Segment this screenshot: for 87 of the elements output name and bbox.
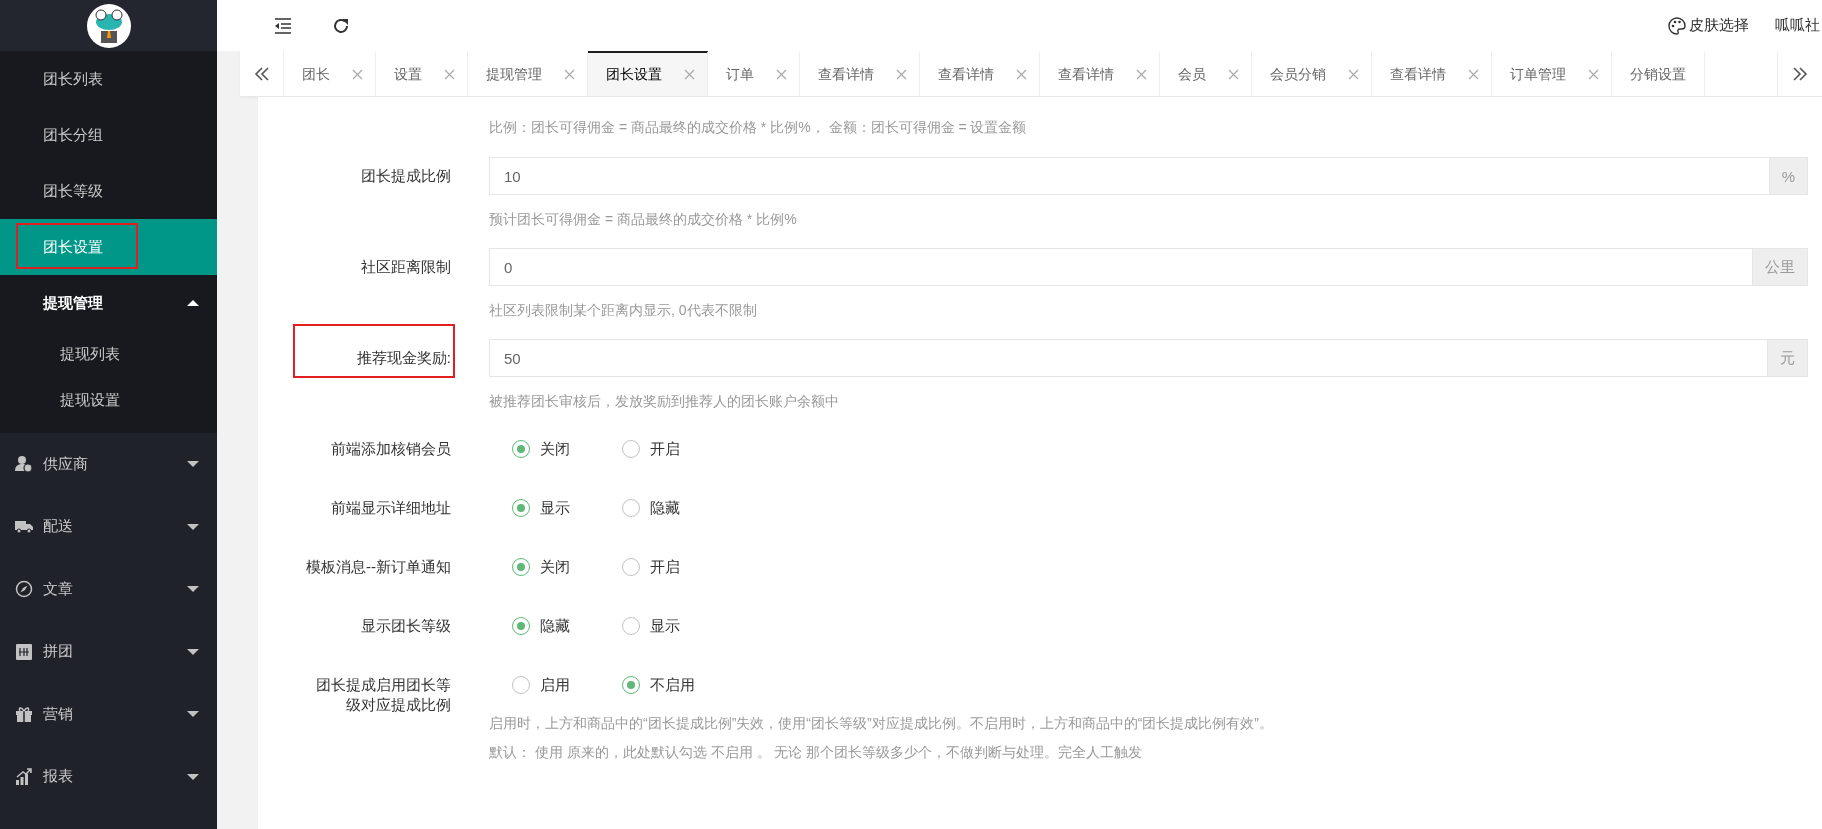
caret-icon: [187, 647, 199, 656]
tab[interactable]: 查看详情: [800, 51, 920, 96]
tab[interactable]: 查看详情: [1040, 51, 1160, 96]
field-label: 社区距离限制: [360, 257, 452, 277]
field-label: 显示团长等级: [360, 616, 452, 636]
submenu-item[interactable]: 团长设置: [0, 219, 217, 275]
tab[interactable]: 团长设置: [588, 51, 708, 96]
radio-option[interactable]: 显示: [622, 616, 732, 636]
compass-icon: [15, 580, 33, 599]
caret-icon: [187, 299, 199, 307]
menu-item[interactable]: 供应商: [0, 433, 217, 496]
unit-label: 公里: [1752, 248, 1808, 286]
tab[interactable]: 分销设置: [1612, 51, 1705, 96]
hint-text: 社区列表限制某个距离内显示, 0代表不限制: [489, 301, 758, 320]
supplier-icon: [15, 455, 33, 474]
tab[interactable]: 会员分销: [1252, 51, 1372, 96]
close-icon[interactable]: [776, 69, 787, 80]
caret-icon: [187, 585, 199, 594]
field-label: 前端显示详细地址: [330, 498, 452, 518]
bar-chart-icon: [15, 767, 33, 786]
gift-icon: [15, 705, 33, 724]
field-label: 团长提成启用团长等级对应提成比例: [315, 675, 452, 715]
field-label: 模板消息--新订单通知: [305, 557, 452, 577]
tab[interactable]: 查看详情: [1372, 51, 1492, 96]
tab[interactable]: 订单: [708, 51, 800, 96]
tab[interactable]: 查看详情: [920, 51, 1040, 96]
palette-icon: [1668, 16, 1686, 35]
skin-button[interactable]: 皮肤选择: [1668, 16, 1749, 35]
menu-item[interactable]: 拼团: [0, 620, 217, 683]
tab[interactable]: 设置: [376, 51, 468, 96]
hint-text: 被推荐团长审核后，发放奖励到推荐人的团长账户余额中: [489, 392, 840, 411]
submenu-item[interactable]: 提现列表: [0, 331, 217, 377]
radio-option[interactable]: 启用: [512, 675, 622, 695]
close-icon[interactable]: [1348, 69, 1359, 80]
hint-text: 启用时，上方和商品中的“团长提成比例”失效，使用“团长等级”对应提成比例。不启用时，上方和商品中的“团长提成比例有效”。: [489, 714, 1274, 733]
hint-text: 默认： 使用 原来的，此处默认勾选 不启用 。 无论 那个团长等级多少个，不做判断与处理。完全人工触发: [489, 743, 1144, 762]
close-icon[interactable]: [896, 69, 907, 80]
user-name[interactable]: 呱呱社: [1775, 16, 1820, 35]
radio-option[interactable]: 显示: [512, 498, 622, 518]
caret-icon: [187, 460, 199, 469]
close-icon[interactable]: [1016, 69, 1027, 80]
caret-icon: [187, 522, 199, 531]
refresh-icon[interactable]: [332, 16, 350, 35]
menu-item[interactable]: 文章: [0, 558, 217, 621]
submenu-item[interactable]: 团长等级: [0, 163, 217, 219]
unit-label: %: [1768, 157, 1808, 195]
radio-option[interactable]: 隐藏: [512, 616, 622, 636]
input-field[interactable]: 0: [489, 248, 1752, 286]
field-label: 推荐现金奖励:: [258, 339, 455, 411]
hint-text: 比例：团长可得佣金 = 商品最终的成交价格 * 比例%， 金额：团长可得佣金 = 设置金额: [489, 118, 1028, 137]
close-icon[interactable]: [444, 69, 455, 80]
radio-option[interactable]: 隐藏: [622, 498, 732, 518]
submenu-item[interactable]: 提现设置: [0, 377, 217, 423]
close-icon[interactable]: [564, 69, 575, 80]
double-chevron-right-icon: [1792, 65, 1808, 82]
close-icon[interactable]: [1228, 69, 1239, 80]
double-chevron-left-icon: [253, 65, 270, 82]
radio-option[interactable]: 不启用: [622, 675, 732, 695]
input-field[interactable]: 10: [489, 157, 1769, 195]
grid-tile-icon: [15, 642, 33, 661]
radio-option[interactable]: 开启: [622, 439, 732, 459]
hint-text: 预计团长可得佣金 = 商品最终的成交价格 * 比例%: [489, 210, 798, 229]
frog-logo: [86, 3, 131, 48]
close-icon[interactable]: [684, 69, 695, 80]
radio-option[interactable]: 关闭: [512, 439, 622, 459]
submenu-item[interactable]: 团长分组: [0, 107, 217, 163]
tab[interactable]: 订单管理: [1492, 51, 1612, 96]
caret-icon: [187, 710, 199, 719]
menu-item[interactable]: 报表: [0, 745, 217, 808]
tab[interactable]: 会员: [1160, 51, 1252, 96]
menu-item[interactable]: 营销: [0, 683, 217, 746]
radio-option[interactable]: 开启: [622, 557, 732, 577]
field-label: 前端添加核销会员: [330, 439, 452, 459]
unit-label: 元: [1767, 339, 1808, 377]
submenu-item[interactable]: 团长列表: [0, 51, 217, 107]
close-icon[interactable]: [1136, 69, 1147, 80]
menu-item[interactable]: 配送: [0, 495, 217, 558]
menu-indent-icon[interactable]: [274, 16, 292, 35]
menu-group[interactable]: 提现管理: [0, 275, 217, 331]
radio-option[interactable]: 关闭: [512, 557, 622, 577]
caret-icon: [187, 772, 199, 781]
close-icon[interactable]: [1588, 69, 1599, 80]
input-field[interactable]: 50: [489, 339, 1767, 377]
close-icon[interactable]: [352, 69, 363, 80]
field-label: 团长提成比例: [360, 166, 452, 186]
tab[interactable]: 团长: [284, 51, 376, 96]
close-icon[interactable]: [1468, 69, 1479, 80]
